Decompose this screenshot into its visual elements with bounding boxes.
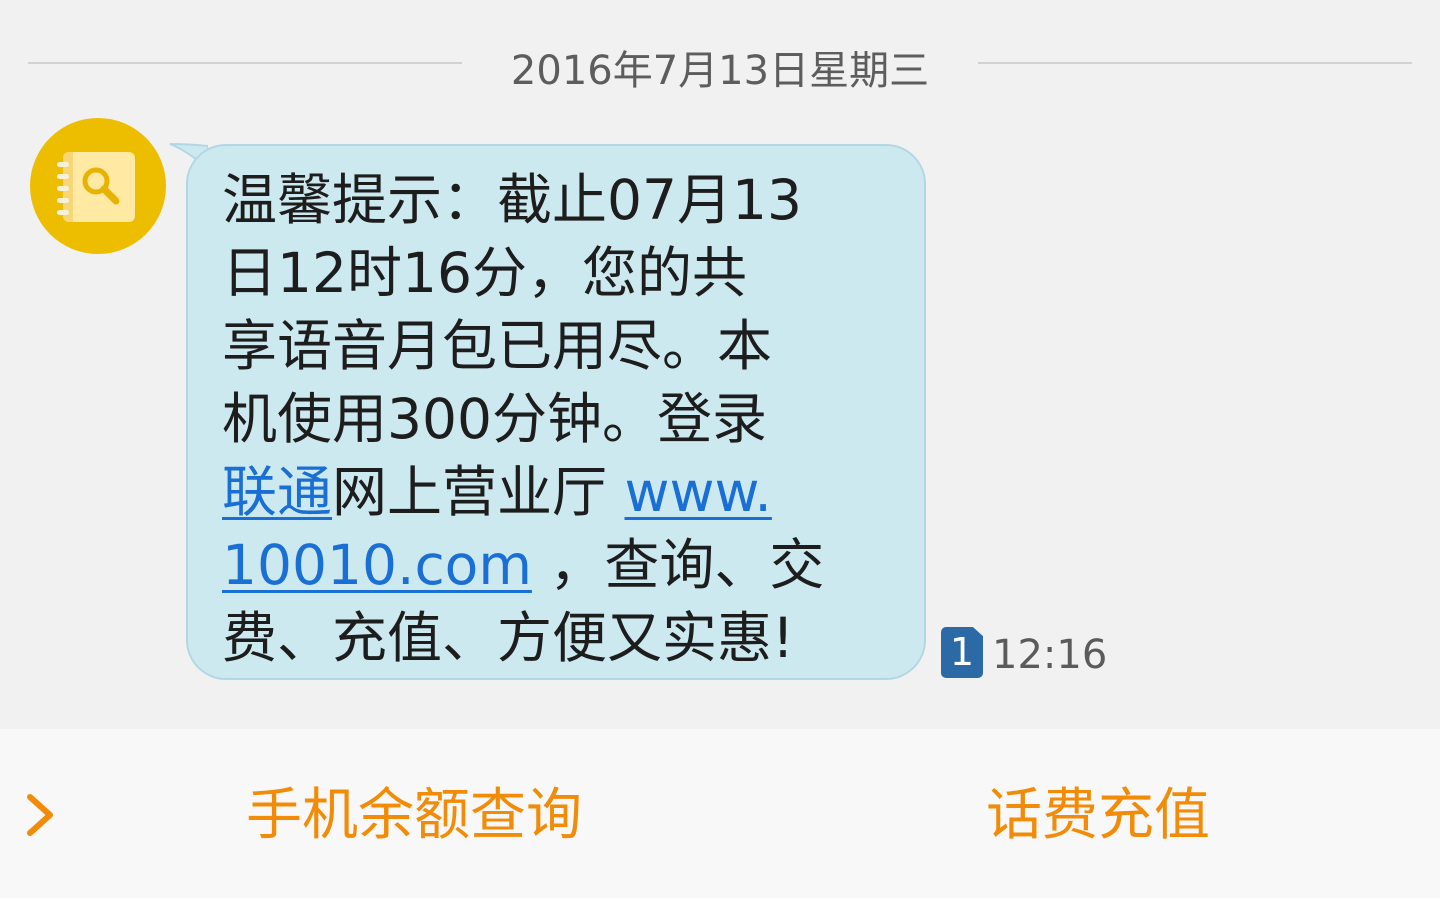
contact-book-search-icon: [57, 152, 135, 222]
unicom-link[interactable]: 联通: [222, 460, 332, 524]
message-text: 温馨提示：截止07月13 日12时16分，您的共 享语音月包已用尽。本 机使用3…: [222, 164, 862, 675]
quick-action-bar: 手机余额查询 话费充值: [0, 729, 1440, 898]
balance-query-button[interactable]: 手机余额查询: [246, 781, 582, 851]
url-link-part2[interactable]: 10010.com: [222, 533, 532, 597]
sender-avatar[interactable]: [30, 118, 166, 254]
recharge-button[interactable]: 话费充值: [986, 781, 1210, 851]
message-text-fragment: ，查询、交: [531, 533, 825, 597]
message-text-fragment: 网上营业厅: [332, 460, 625, 524]
chevron-right-icon[interactable]: [22, 791, 58, 839]
message-line: 温馨提示：截止07月13: [222, 168, 802, 232]
date-label: 2016年7月13日星期三: [510, 48, 930, 94]
message-line: 享语音月包已用尽。本: [222, 314, 773, 378]
date-header: 2016年7月13日星期三: [0, 30, 1440, 100]
sim-card-icon: 1: [941, 627, 983, 678]
divider-right: [978, 62, 1412, 64]
message-line: 机使用300分钟。登录: [222, 387, 767, 451]
message-line: 10010.com ，查询、交: [222, 529, 862, 602]
message-line: 联通网上营业厅 www.: [222, 456, 862, 529]
message-line: 费、充值、方便又实惠!: [222, 606, 795, 670]
message-timestamp: 12:16: [992, 632, 1108, 678]
url-link-part1[interactable]: www.: [625, 460, 772, 524]
divider-left: [28, 62, 462, 64]
message-line: 日12时16分，您的共: [222, 241, 747, 305]
